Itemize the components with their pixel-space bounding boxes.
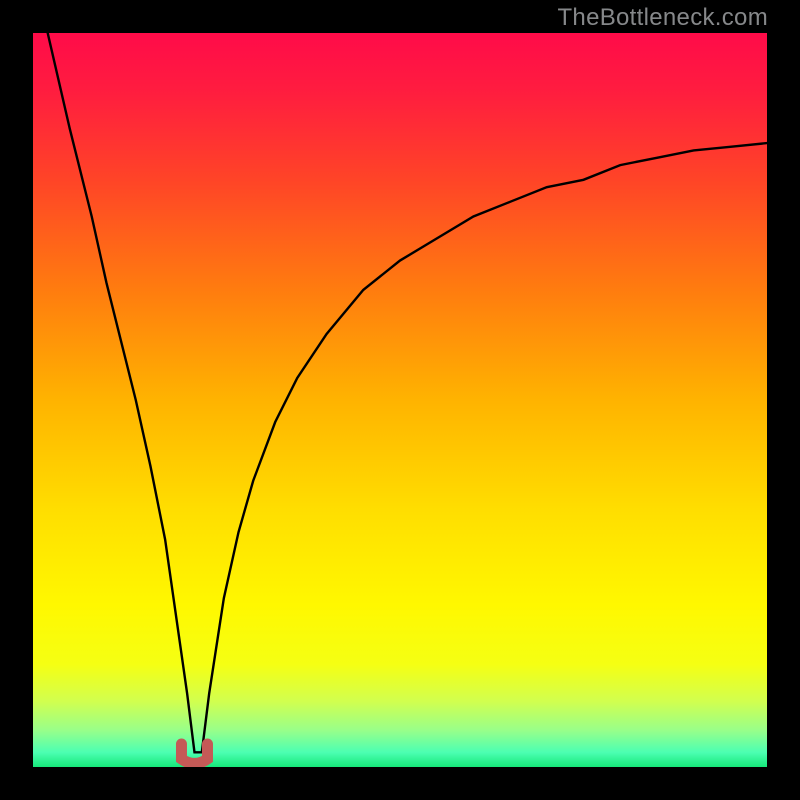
- chart-area: [33, 33, 767, 767]
- bottleneck-curve: [48, 33, 767, 752]
- watermark: TheBottleneck.com: [557, 4, 768, 32]
- chart-svg: [33, 33, 767, 767]
